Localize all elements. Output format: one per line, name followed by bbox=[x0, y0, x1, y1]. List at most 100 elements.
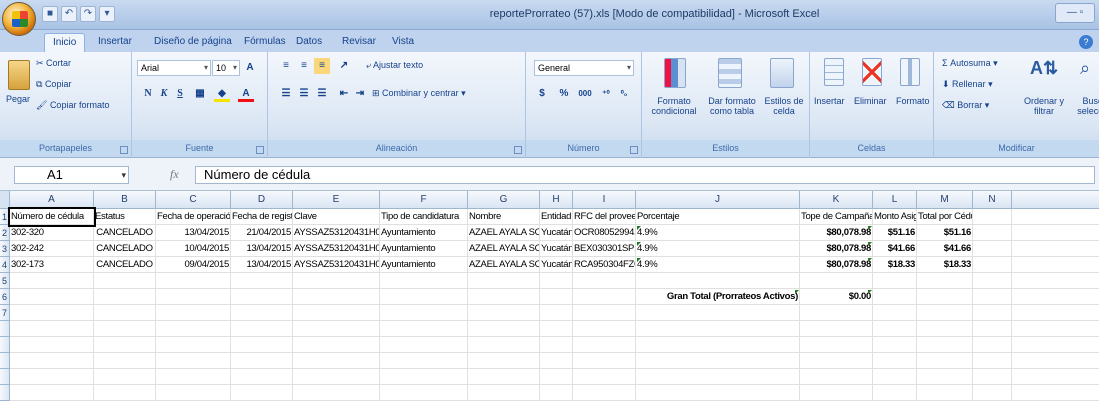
grid-cell[interactable] bbox=[636, 385, 800, 401]
header-cell[interactable]: Clave bbox=[293, 209, 380, 225]
data-cell[interactable]: Ayuntamiento bbox=[380, 257, 468, 273]
font-size-select[interactable]: 10 ▾ bbox=[212, 60, 240, 76]
data-cell[interactable]: Yucatán bbox=[540, 241, 573, 257]
insertar-button[interactable]: Insertar bbox=[814, 96, 845, 106]
row-header[interactable]: 2 bbox=[0, 225, 10, 241]
orientation-icon[interactable]: ↗ bbox=[336, 58, 352, 74]
grid-cell[interactable] bbox=[873, 337, 917, 353]
alineacion-launcher-icon[interactable] bbox=[514, 146, 522, 154]
binoculars-icon[interactable]: ⌕ bbox=[1074, 58, 1096, 88]
grid-cell[interactable] bbox=[573, 305, 636, 321]
decrease-decimal-icon[interactable]: ⁰₀ bbox=[616, 86, 632, 102]
increase-indent-icon[interactable]: ⇥ bbox=[352, 86, 368, 102]
grid-cell[interactable] bbox=[156, 305, 231, 321]
data-cell[interactable]: BEX030301SP1 bbox=[573, 241, 636, 257]
sort-filter-icon[interactable]: A⇅ bbox=[1030, 58, 1058, 88]
grid-cell[interactable] bbox=[380, 321, 468, 337]
column-header[interactable]: C bbox=[156, 191, 231, 209]
grid-cell[interactable] bbox=[573, 385, 636, 401]
column-header[interactable]: L bbox=[873, 191, 917, 209]
grid-cell[interactable] bbox=[973, 225, 1012, 241]
grid-cell[interactable] bbox=[293, 305, 380, 321]
grid-cell[interactable] bbox=[917, 273, 973, 289]
autosuma-button[interactable]: Σ Autosuma ▾ bbox=[942, 58, 998, 69]
column-header[interactable]: K bbox=[800, 191, 873, 209]
grid-cell[interactable] bbox=[156, 321, 231, 337]
thousands-button[interactable]: 000 bbox=[574, 86, 596, 102]
grid-cell[interactable] bbox=[1012, 337, 1099, 353]
grid-cell[interactable] bbox=[10, 305, 94, 321]
grid-cell[interactable] bbox=[873, 321, 917, 337]
data-cell[interactable]: $51.16 bbox=[917, 225, 973, 241]
row-header[interactable] bbox=[0, 385, 10, 401]
grid-cell[interactable] bbox=[468, 273, 540, 289]
grid-cell[interactable] bbox=[293, 321, 380, 337]
grid-cell[interactable] bbox=[293, 273, 380, 289]
data-cell[interactable]: $18.33 bbox=[873, 257, 917, 273]
select-all-corner[interactable] bbox=[0, 191, 10, 209]
grid-cell[interactable] bbox=[873, 385, 917, 401]
format-cells-icon[interactable] bbox=[900, 58, 920, 86]
grid-cell[interactable] bbox=[156, 337, 231, 353]
row-header[interactable] bbox=[0, 321, 10, 337]
column-header[interactable]: N bbox=[973, 191, 1012, 209]
fill-color-icon[interactable]: ◆ bbox=[214, 86, 230, 102]
increase-decimal-icon[interactable]: ⁺⁰ bbox=[598, 86, 614, 102]
data-cell[interactable]: AZAEL AYALA SOSA bbox=[468, 241, 540, 257]
grid-cell[interactable] bbox=[1012, 273, 1099, 289]
data-cell[interactable]: AZAEL AYALA SOSA bbox=[468, 225, 540, 241]
font-name-select[interactable]: Arial ▾ bbox=[137, 60, 211, 76]
grid-cell[interactable] bbox=[973, 321, 1012, 337]
grid-cell[interactable] bbox=[10, 353, 94, 369]
cortar-button[interactable]: ✂ Cortar bbox=[36, 58, 71, 69]
grid-cell[interactable] bbox=[231, 337, 293, 353]
borrar-button[interactable]: ⌫ Borrar ▾ bbox=[942, 100, 989, 111]
grid-cell[interactable] bbox=[468, 385, 540, 401]
grid-cell[interactable] bbox=[917, 369, 973, 385]
help-icon[interactable]: ? bbox=[1079, 35, 1093, 49]
tab-formulas[interactable]: Fórmulas bbox=[236, 33, 294, 52]
paste-icon[interactable] bbox=[8, 60, 30, 90]
header-cell[interactable]: RFC del proveedor bbox=[573, 209, 636, 225]
header-cell[interactable]: Total por Cédula bbox=[917, 209, 973, 225]
grid-cell[interactable] bbox=[917, 289, 973, 305]
data-cell[interactable]: $80,078.98 bbox=[800, 241, 873, 257]
column-header[interactable]: G bbox=[468, 191, 540, 209]
font-color-icon[interactable]: A bbox=[238, 86, 254, 102]
header-cell[interactable]: Porcentaje bbox=[636, 209, 800, 225]
grid-cell[interactable] bbox=[1012, 369, 1099, 385]
grid-cell[interactable] bbox=[917, 337, 973, 353]
grid-cell[interactable] bbox=[468, 321, 540, 337]
grid-cell[interactable] bbox=[873, 369, 917, 385]
data-cell[interactable]: AZAEL AYALA SOSA bbox=[468, 257, 540, 273]
header-cell[interactable]: Fecha de operación bbox=[156, 209, 231, 225]
row-header[interactable]: 6 bbox=[0, 289, 10, 305]
header-cell[interactable]: Entidad bbox=[540, 209, 573, 225]
grid-cell[interactable] bbox=[156, 273, 231, 289]
eliminar-button[interactable]: Eliminar bbox=[854, 96, 887, 106]
tab-diseno-pagina[interactable]: Diseño de página bbox=[146, 33, 240, 52]
grid-cell[interactable] bbox=[873, 305, 917, 321]
grid-cell[interactable] bbox=[917, 385, 973, 401]
grid-cell[interactable] bbox=[380, 369, 468, 385]
grid-cell[interactable] bbox=[1012, 353, 1099, 369]
grid-cell[interactable] bbox=[94, 337, 156, 353]
row-header[interactable]: 1 bbox=[0, 209, 10, 225]
grid-cell[interactable] bbox=[293, 337, 380, 353]
grid-cell[interactable] bbox=[10, 289, 94, 305]
decrease-indent-icon[interactable]: ⇤ bbox=[336, 86, 352, 102]
row-header[interactable]: 7 bbox=[0, 305, 10, 321]
grid-cell[interactable] bbox=[293, 353, 380, 369]
dar-formato-tabla-button[interactable]: Dar formato como tabla bbox=[702, 96, 762, 116]
ordenar-filtrar-button[interactable]: Ordenar y filtrar bbox=[1018, 96, 1070, 116]
buscar-seleccionar-button[interactable]: Buscar y seleccionar bbox=[1070, 96, 1099, 116]
grid-cell[interactable] bbox=[1012, 257, 1099, 273]
grid-cell[interactable] bbox=[156, 289, 231, 305]
column-header[interactable]: B bbox=[94, 191, 156, 209]
grid-cell[interactable] bbox=[973, 257, 1012, 273]
grid-cell[interactable] bbox=[573, 369, 636, 385]
grid-cell[interactable] bbox=[380, 353, 468, 369]
align-top-icon[interactable]: ≡ bbox=[278, 58, 294, 74]
grid-cell[interactable] bbox=[636, 369, 800, 385]
data-cell[interactable]: Yucatán bbox=[540, 257, 573, 273]
